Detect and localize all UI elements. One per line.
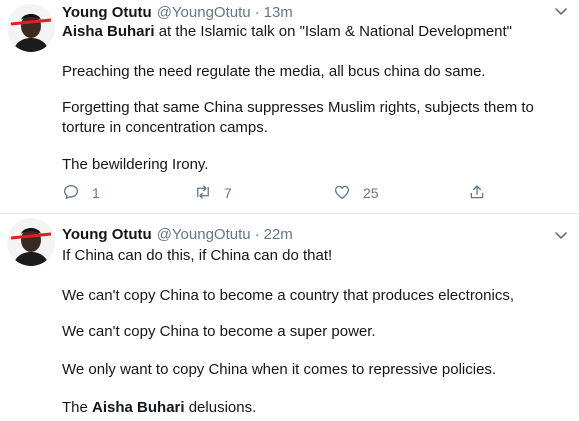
tweet-text-line: Aisha Buhari at the Islamic talk on "Isl… bbox=[62, 22, 512, 42]
reply-count: 1 bbox=[92, 185, 100, 201]
retweet-icon bbox=[194, 183, 212, 204]
retweet-count: 7 bbox=[224, 185, 232, 201]
tweet-text-line: Preaching the need regulate the media, a… bbox=[62, 63, 486, 80]
tweet-text-line: The bewildering Irony. bbox=[62, 156, 209, 173]
mention-name: Aisha Buhari bbox=[62, 23, 155, 40]
timestamp[interactable]: 22m bbox=[264, 226, 293, 243]
reply-button[interactable]: 1 bbox=[62, 183, 100, 203]
text-span: delusions. bbox=[184, 399, 257, 416]
share-icon bbox=[468, 183, 486, 204]
heart-icon bbox=[333, 183, 351, 204]
like-count: 25 bbox=[363, 185, 379, 201]
mention-name: Aisha Buhari bbox=[92, 399, 185, 416]
text-span: at the Islamic talk on "Islam & National… bbox=[154, 23, 513, 40]
user-handle[interactable]: @YoungOtutu bbox=[157, 226, 251, 243]
display-name[interactable]: Young Otutu bbox=[62, 4, 152, 21]
avatar[interactable] bbox=[7, 4, 55, 52]
tweet-text-line: The Aisha Buhari delusions. bbox=[62, 398, 256, 418]
tweet-text-line: We can't copy China to become a super po… bbox=[62, 323, 376, 340]
display-name[interactable]: Young Otutu bbox=[62, 226, 152, 243]
separator-dot: · bbox=[254, 3, 260, 21]
chevron-down-icon[interactable] bbox=[553, 4, 569, 20]
timestamp[interactable]: 13m bbox=[264, 4, 293, 21]
tweet-text-line: If China can do this, if China can do th… bbox=[62, 247, 333, 264]
retweet-button[interactable]: 7 bbox=[194, 183, 232, 203]
chevron-down-icon[interactable] bbox=[553, 228, 569, 244]
tweet-text-line: torture in concentration camps. bbox=[62, 119, 268, 136]
tweet-text-line: We can't copy China to become a country … bbox=[62, 287, 514, 304]
text-span: The bbox=[62, 399, 93, 416]
tweet-text-line: Forgetting that same China suppresses Mu… bbox=[62, 99, 534, 116]
tweet[interactable]: Young Otutu @YoungOtutu · 22m If China c… bbox=[0, 214, 579, 421]
share-button[interactable] bbox=[468, 183, 486, 203]
user-handle[interactable]: @YoungOtutu bbox=[157, 4, 251, 21]
avatar[interactable] bbox=[7, 218, 55, 266]
tweet[interactable]: Young Otutu @YoungOtutu · 13m Aisha Buha… bbox=[0, 0, 579, 213]
reply-icon bbox=[62, 183, 80, 204]
separator-dot: · bbox=[254, 225, 260, 243]
like-button[interactable]: 25 bbox=[333, 183, 379, 203]
tweet-text-line: We only want to copy China when it comes… bbox=[62, 361, 497, 378]
